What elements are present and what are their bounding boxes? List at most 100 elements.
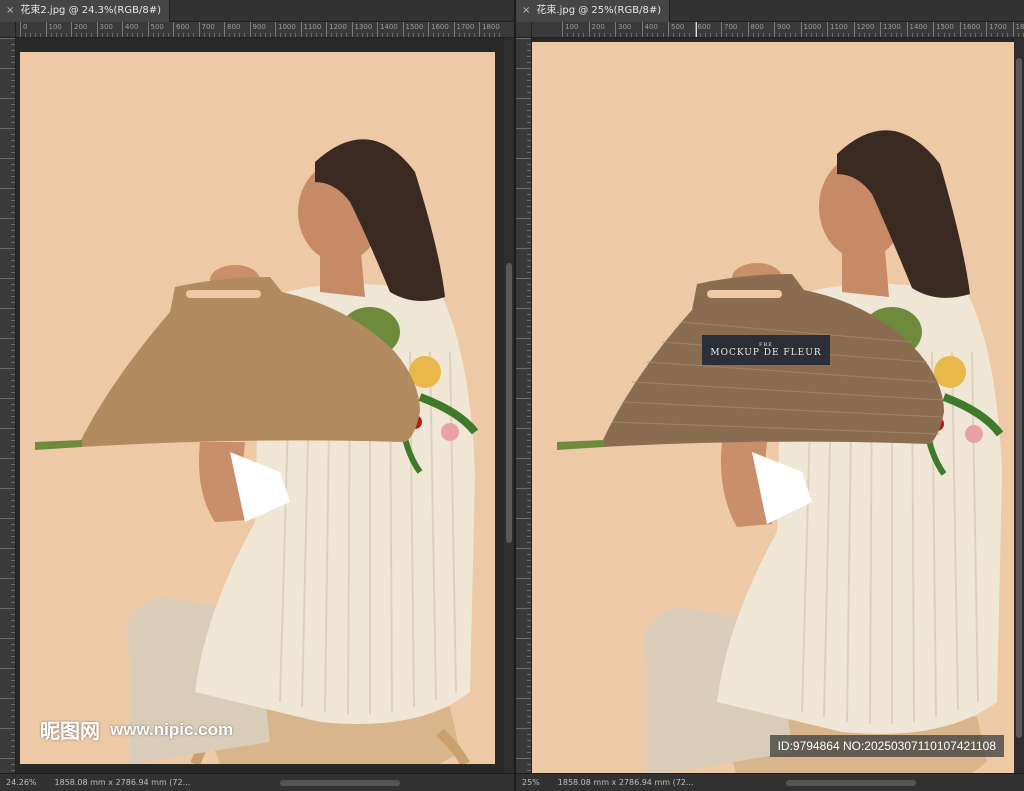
ruler-tick-label: 400 (122, 22, 138, 37)
ruler-minor-tick (516, 698, 531, 699)
ruler-minor-tick (768, 33, 770, 37)
ruler-minor-tick (76, 33, 78, 37)
ruler-tick-label: 500 (147, 22, 164, 37)
tab-title-right: 花束.jpg @ 25%(RGB/8#) (536, 5, 662, 16)
ruler-minor-tick (499, 33, 501, 37)
ruler-tick-label: 500 (668, 22, 684, 37)
ruler-minor-tick (1017, 33, 1019, 37)
ruler-minor-tick (516, 728, 531, 729)
ruler-minor-tick (620, 33, 622, 37)
ruler-minor-tick (516, 518, 531, 519)
ruler-minor-tick (254, 33, 256, 37)
ruler-minor-tick (239, 33, 241, 37)
ruler-minor-tick (516, 458, 531, 459)
ruler-minor-tick (473, 33, 475, 37)
ruler-minor-tick (0, 668, 15, 669)
scrollbar-thumb-right[interactable] (1016, 58, 1022, 738)
ruler-minor-tick (975, 33, 977, 37)
close-icon[interactable]: × (522, 0, 530, 22)
ruler-minor-tick (162, 33, 164, 37)
ruler-minor-tick (516, 398, 531, 399)
woman-with-bouquet-image (20, 52, 495, 764)
scrollbar-thumb-left[interactable] (506, 263, 512, 543)
ruler-minor-tick (229, 33, 231, 37)
ruler-minor-tick (948, 33, 950, 37)
watermark-site-name: 昵图网 (40, 719, 100, 743)
vertical-scrollbar-left[interactable] (504, 38, 514, 773)
horizontal-ruler-left[interactable]: 0 100 200 300 400 500 600 700 800 900 1000 1100 1200… (16, 22, 514, 38)
site-watermark: 昵图网 www.nipic.com (40, 715, 233, 744)
ruler-minor-tick (516, 428, 531, 429)
tab-left-document[interactable]: × 花束2.jpg @ 24.3%(RGB/8#) (0, 0, 171, 22)
ruler-minor-tick (848, 33, 850, 37)
ruler-minor-tick (0, 638, 15, 639)
ruler-minor-tick (885, 33, 887, 37)
ruler-minor-tick (65, 33, 67, 37)
ruler-minor-tick (412, 33, 414, 37)
vertical-ruler-right[interactable] (516, 38, 532, 773)
ruler-tick-label: 800 (224, 22, 240, 37)
ruler-minor-tick (361, 33, 363, 37)
ruler-minor-tick (203, 33, 205, 37)
ruler-minor-tick (779, 33, 781, 37)
ruler-minor-tick (86, 33, 88, 37)
ruler-minor-tick (371, 33, 373, 37)
ruler-tick-label: 700 (198, 22, 215, 37)
ruler-minor-tick (218, 33, 220, 37)
ruler-minor-tick (516, 278, 531, 279)
photo-canvas-left: 昵图网 www.nipic.com (20, 52, 495, 764)
ruler-minor-tick (152, 33, 154, 37)
horizontal-ruler-right[interactable]: 100 200 300 400 500 600 700 800 900 1000 1100 1200 1… (532, 22, 1024, 38)
ruler-minor-tick (567, 33, 569, 37)
document-size-left[interactable]: 1858.08 mm x 2786.94 mm (72... (55, 774, 191, 791)
ruler-minor-tick (178, 33, 180, 37)
ruler-minor-tick (407, 33, 409, 37)
ruler-tick-label: 700 (721, 22, 737, 37)
horizontal-scroll-thumb-right[interactable] (786, 780, 916, 786)
vertical-scrollbar-right[interactable] (1014, 38, 1024, 773)
close-icon[interactable]: × (6, 0, 14, 22)
ruler-minor-tick (758, 33, 760, 37)
ruler-minor-tick (320, 33, 322, 37)
zoom-level-right[interactable]: 25% (522, 774, 540, 791)
ruler-minor-tick (869, 33, 871, 37)
ruler-minor-tick (583, 33, 585, 37)
ruler-minor-tick (662, 33, 664, 37)
ruler-minor-tick (356, 33, 358, 37)
ruler-tick-label: 300 (615, 22, 631, 37)
ruler-minor-tick (657, 33, 659, 37)
ruler-minor-tick (280, 33, 282, 37)
ruler-minor-tick (0, 728, 15, 729)
horizontal-scroll-thumb-left[interactable] (280, 780, 400, 786)
ruler-minor-tick (752, 33, 754, 37)
canvas-area-right[interactable]: FRE MOCKUP DE FLEUR ID:9794864 NO:202503… (532, 38, 1014, 777)
ruler-minor-tick (0, 128, 15, 129)
ruler-minor-tick (516, 308, 531, 309)
image-id-watermark: ID:9794864 NO:20250307110107421108 (769, 735, 1004, 757)
tab-bar-left: × 花束2.jpg @ 24.3%(RGB/8#) (0, 0, 514, 22)
ruler-minor-tick (516, 248, 531, 249)
canvas-area-left[interactable]: 昵图网 www.nipic.com (16, 38, 504, 773)
ruler-minor-tick (0, 428, 15, 429)
ruler-minor-tick (922, 33, 924, 37)
ruler-minor-tick (864, 33, 866, 37)
vertical-ruler-left[interactable] (0, 38, 16, 773)
ruler-minor-tick (213, 33, 215, 37)
ruler-minor-tick (295, 33, 297, 37)
ruler-minor-tick (315, 33, 317, 37)
ruler-minor-tick (821, 33, 823, 37)
status-bar-left: 24.26% 1858.08 mm x 2786.94 mm (72... (0, 773, 514, 791)
ruler-minor-tick (234, 33, 236, 37)
ruler-minor-tick (604, 33, 606, 37)
ruler-minor-tick (763, 33, 765, 37)
ruler-minor-tick (50, 33, 52, 37)
ruler-minor-tick (895, 33, 897, 37)
ruler-minor-tick (264, 33, 266, 37)
ruler-minor-tick (433, 33, 435, 37)
ruler-minor-tick (938, 33, 940, 37)
tab-right-document[interactable]: × 花束.jpg @ 25%(RGB/8#) (516, 0, 671, 22)
ruler-minor-tick (1001, 33, 1003, 37)
zoom-level-left[interactable]: 24.26% (6, 774, 37, 791)
ruler-minor-tick (0, 578, 15, 579)
document-size-right[interactable]: 1858.08 mm x 2786.94 mm (72... (558, 774, 694, 791)
